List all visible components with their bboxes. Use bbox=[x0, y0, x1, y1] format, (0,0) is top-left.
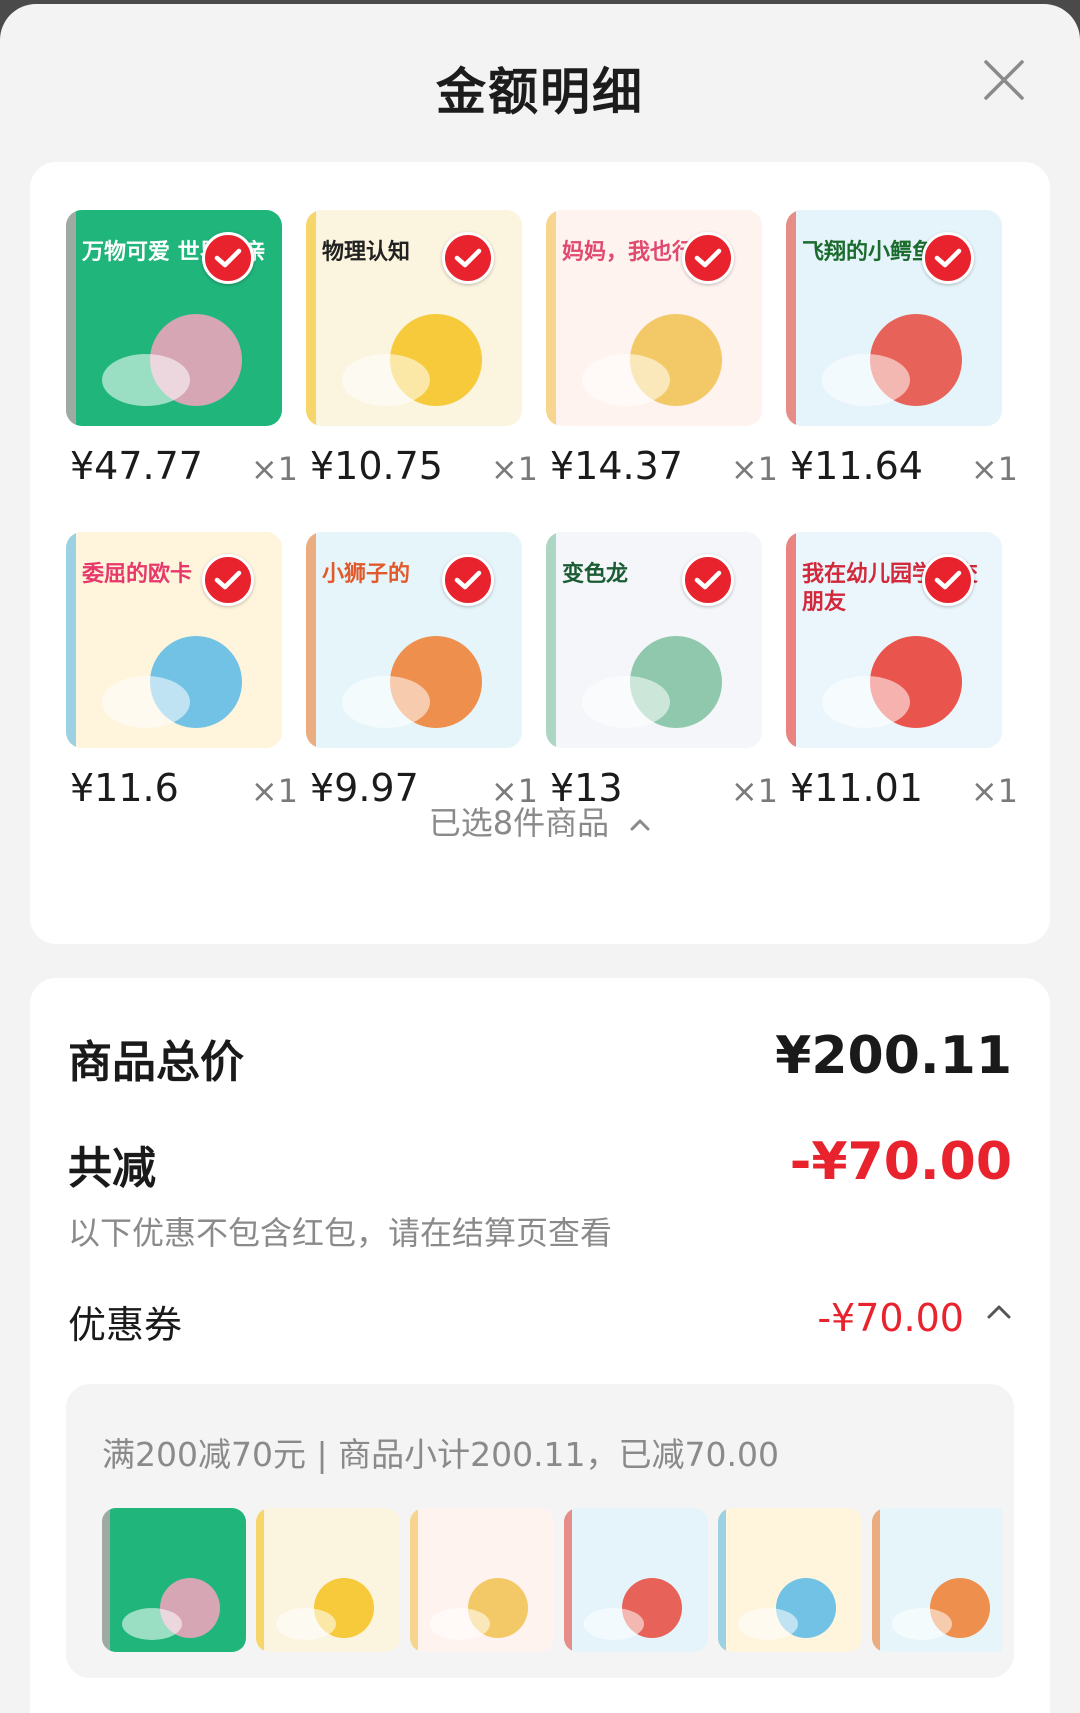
discount-label: 共减 bbox=[68, 1143, 156, 1194]
check-icon[interactable] bbox=[442, 232, 494, 284]
product-item[interactable]: 妈妈，我也行 ¥14.37 ×1 bbox=[546, 210, 786, 500]
product-quantity: ×1 bbox=[490, 450, 538, 488]
check-icon[interactable] bbox=[442, 554, 494, 606]
check-icon[interactable] bbox=[202, 554, 254, 606]
check-icon[interactable] bbox=[202, 232, 254, 284]
product-cover-image: 飞翔的小鳄鱼 bbox=[786, 210, 1002, 426]
sheet-header: 金额明细 bbox=[0, 4, 1080, 166]
coupon-value: -¥70.00 bbox=[817, 1296, 964, 1340]
product-item[interactable]: 物理认知 ¥10.75 ×1 bbox=[306, 210, 546, 500]
product-cover-image: 我在幼儿园学会交朋友 bbox=[786, 532, 1002, 748]
selected-count-text: 已选8件商品 bbox=[428, 804, 610, 842]
close-button[interactable] bbox=[980, 56, 1028, 104]
product-item[interactable]: 我在幼儿园学会交朋友 ¥11.01 ×1 bbox=[786, 532, 1026, 822]
coupon-product-thumbnails bbox=[102, 1508, 1002, 1658]
product-price: ¥47.77 bbox=[70, 444, 203, 488]
coupon-product-thumbnail bbox=[410, 1508, 554, 1652]
selected-count-toggle[interactable]: 已选8件商品 bbox=[30, 798, 1050, 844]
check-icon[interactable] bbox=[922, 554, 974, 606]
product-grid: 万物可爱 世界可亲 ¥47.77 ×1 物理认知 ¥10.75 ×1 妈妈，我也行 ¥14.3… bbox=[66, 210, 1026, 822]
product-cover-image: 委屈的欧卡 bbox=[66, 532, 282, 748]
product-item[interactable]: 小狮子的 ¥9.97 ×1 bbox=[306, 532, 546, 822]
product-quantity: ×1 bbox=[730, 450, 778, 488]
product-price: ¥11.64 bbox=[790, 444, 923, 488]
coupon-detail-text: 满200减70元 | 商品小计200.11，已减70.00 bbox=[102, 1435, 780, 1474]
discount-note: 以下优惠不包含红包，请在结算页查看 bbox=[68, 1214, 613, 1252]
coupon-label: 优惠券 bbox=[68, 1303, 183, 1347]
check-icon[interactable] bbox=[682, 554, 734, 606]
coupon-product-thumbnail bbox=[564, 1508, 708, 1652]
coupon-product-thumbnail bbox=[256, 1508, 400, 1652]
product-cover-image: 万物可爱 世界可亲 bbox=[66, 210, 282, 426]
product-quantity: ×1 bbox=[250, 450, 298, 488]
product-list-card: 万物可爱 世界可亲 ¥47.77 ×1 物理认知 ¥10.75 ×1 妈妈，我也行 ¥14.3… bbox=[30, 162, 1050, 944]
amount-detail-sheet: 金额明细 万物可爱 世界可亲 ¥47.77 ×1 物理认知 ¥10.75 ×1 妈妈，我也行… bbox=[0, 4, 1080, 1713]
sheet-title: 金额明细 bbox=[436, 63, 644, 121]
total-price-label: 商品总价 bbox=[68, 1037, 244, 1088]
product-cover-image: 物理认知 bbox=[306, 210, 522, 426]
chevron-up-icon bbox=[987, 1305, 1011, 1319]
discount-row: 共减 -¥70.00 bbox=[68, 1132, 1012, 1196]
discount-value: -¥70.00 bbox=[789, 1132, 1012, 1192]
check-icon[interactable] bbox=[682, 232, 734, 284]
product-price: ¥10.75 bbox=[310, 444, 443, 488]
product-item[interactable]: 飞翔的小鳄鱼 ¥11.64 ×1 bbox=[786, 210, 1026, 500]
product-item[interactable]: 变色龙 ¥13 ×1 bbox=[546, 532, 786, 822]
product-quantity: ×1 bbox=[970, 450, 1018, 488]
price-summary-card: 商品总价 ¥200.11 共减 -¥70.00 以下优惠不包含红包，请在结算页查… bbox=[30, 978, 1050, 1713]
product-cover-image: 变色龙 bbox=[546, 532, 762, 748]
check-icon[interactable] bbox=[922, 232, 974, 284]
product-price: ¥14.37 bbox=[550, 444, 683, 488]
total-price-row: 商品总价 ¥200.11 bbox=[68, 1026, 1012, 1090]
product-item[interactable]: 万物可爱 世界可亲 ¥47.77 ×1 bbox=[66, 210, 306, 500]
product-cover-image: 妈妈，我也行 bbox=[546, 210, 762, 426]
close-icon bbox=[984, 60, 1024, 100]
coupon-row[interactable]: 优惠券 -¥70.00 bbox=[68, 1294, 1012, 1350]
product-cover-image: 小狮子的 bbox=[306, 532, 522, 748]
chevron-up-icon bbox=[630, 819, 650, 831]
coupon-detail-box: 满200减70元 | 商品小计200.11，已减70.00 bbox=[66, 1384, 1014, 1678]
coupon-product-thumbnail bbox=[718, 1508, 862, 1652]
coupon-product-thumbnail bbox=[872, 1508, 1002, 1652]
coupon-product-thumbnail bbox=[102, 1508, 246, 1652]
product-item[interactable]: 委屈的欧卡 ¥11.6 ×1 bbox=[66, 532, 306, 822]
total-price-value: ¥200.11 bbox=[775, 1026, 1012, 1086]
